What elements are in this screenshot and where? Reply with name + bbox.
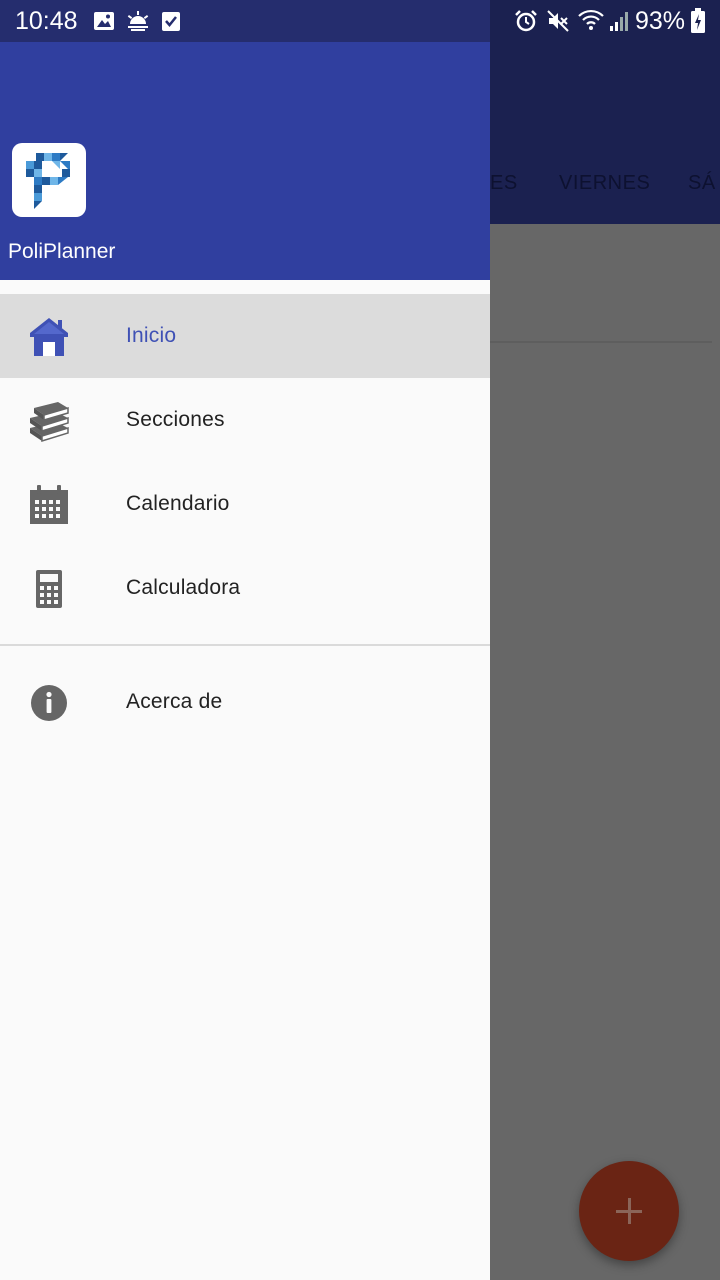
battery-charging-icon: [691, 8, 705, 33]
drawer-header: PoliPlanner: [0, 42, 490, 280]
alarm-icon: [515, 10, 537, 32]
app-logo: [12, 143, 86, 217]
app-name: PoliPlanner: [8, 240, 116, 263]
mute-icon: [547, 10, 569, 32]
poliplanner-logo-icon: [26, 153, 70, 209]
drawer-divider: [0, 644, 490, 646]
books-icon: [30, 402, 69, 442]
menu-item-calendario[interactable]: Calendario: [0, 462, 490, 546]
menu-item-acerca-de[interactable]: Acerca de: [0, 660, 490, 744]
menu-label-calendario: Calendario: [126, 492, 230, 515]
background-divider: [490, 341, 712, 343]
menu-label-inicio: Inicio: [126, 324, 177, 347]
navigation-drawer: PoliPlanner Inicio Secciones Calendario …: [0, 42, 490, 1280]
menu-label-secciones: Secciones: [126, 408, 225, 431]
menu-label-calculadora: Calculadora: [126, 576, 241, 599]
home-icon: [30, 318, 68, 356]
add-fab-button[interactable]: [579, 1161, 679, 1261]
info-icon: [31, 685, 67, 721]
weather-icon: [127, 11, 149, 31]
menu-item-secciones[interactable]: Secciones: [0, 378, 490, 462]
plus-icon: [616, 1198, 642, 1224]
menu-label-acerca-de: Acerca de: [126, 690, 223, 713]
menu-item-inicio[interactable]: Inicio: [0, 294, 490, 378]
checkbox-icon: [162, 12, 180, 31]
status-time: 10:48: [15, 7, 78, 35]
signal-icon: [610, 12, 628, 31]
image-icon: [94, 12, 114, 30]
tab-viernes[interactable]: VIERNES: [559, 172, 650, 195]
calendar-icon: [30, 485, 68, 524]
calculator-icon: [36, 570, 62, 608]
status-bar: 10:48 93%: [0, 0, 720, 42]
wifi-icon: [578, 9, 604, 30]
battery-percent: 93%: [634, 7, 685, 35]
tab-day-partial[interactable]: ES: [490, 172, 518, 195]
tab-sabado[interactable]: SÁ: [688, 172, 716, 195]
menu-item-calculadora[interactable]: Calculadora: [0, 546, 490, 630]
